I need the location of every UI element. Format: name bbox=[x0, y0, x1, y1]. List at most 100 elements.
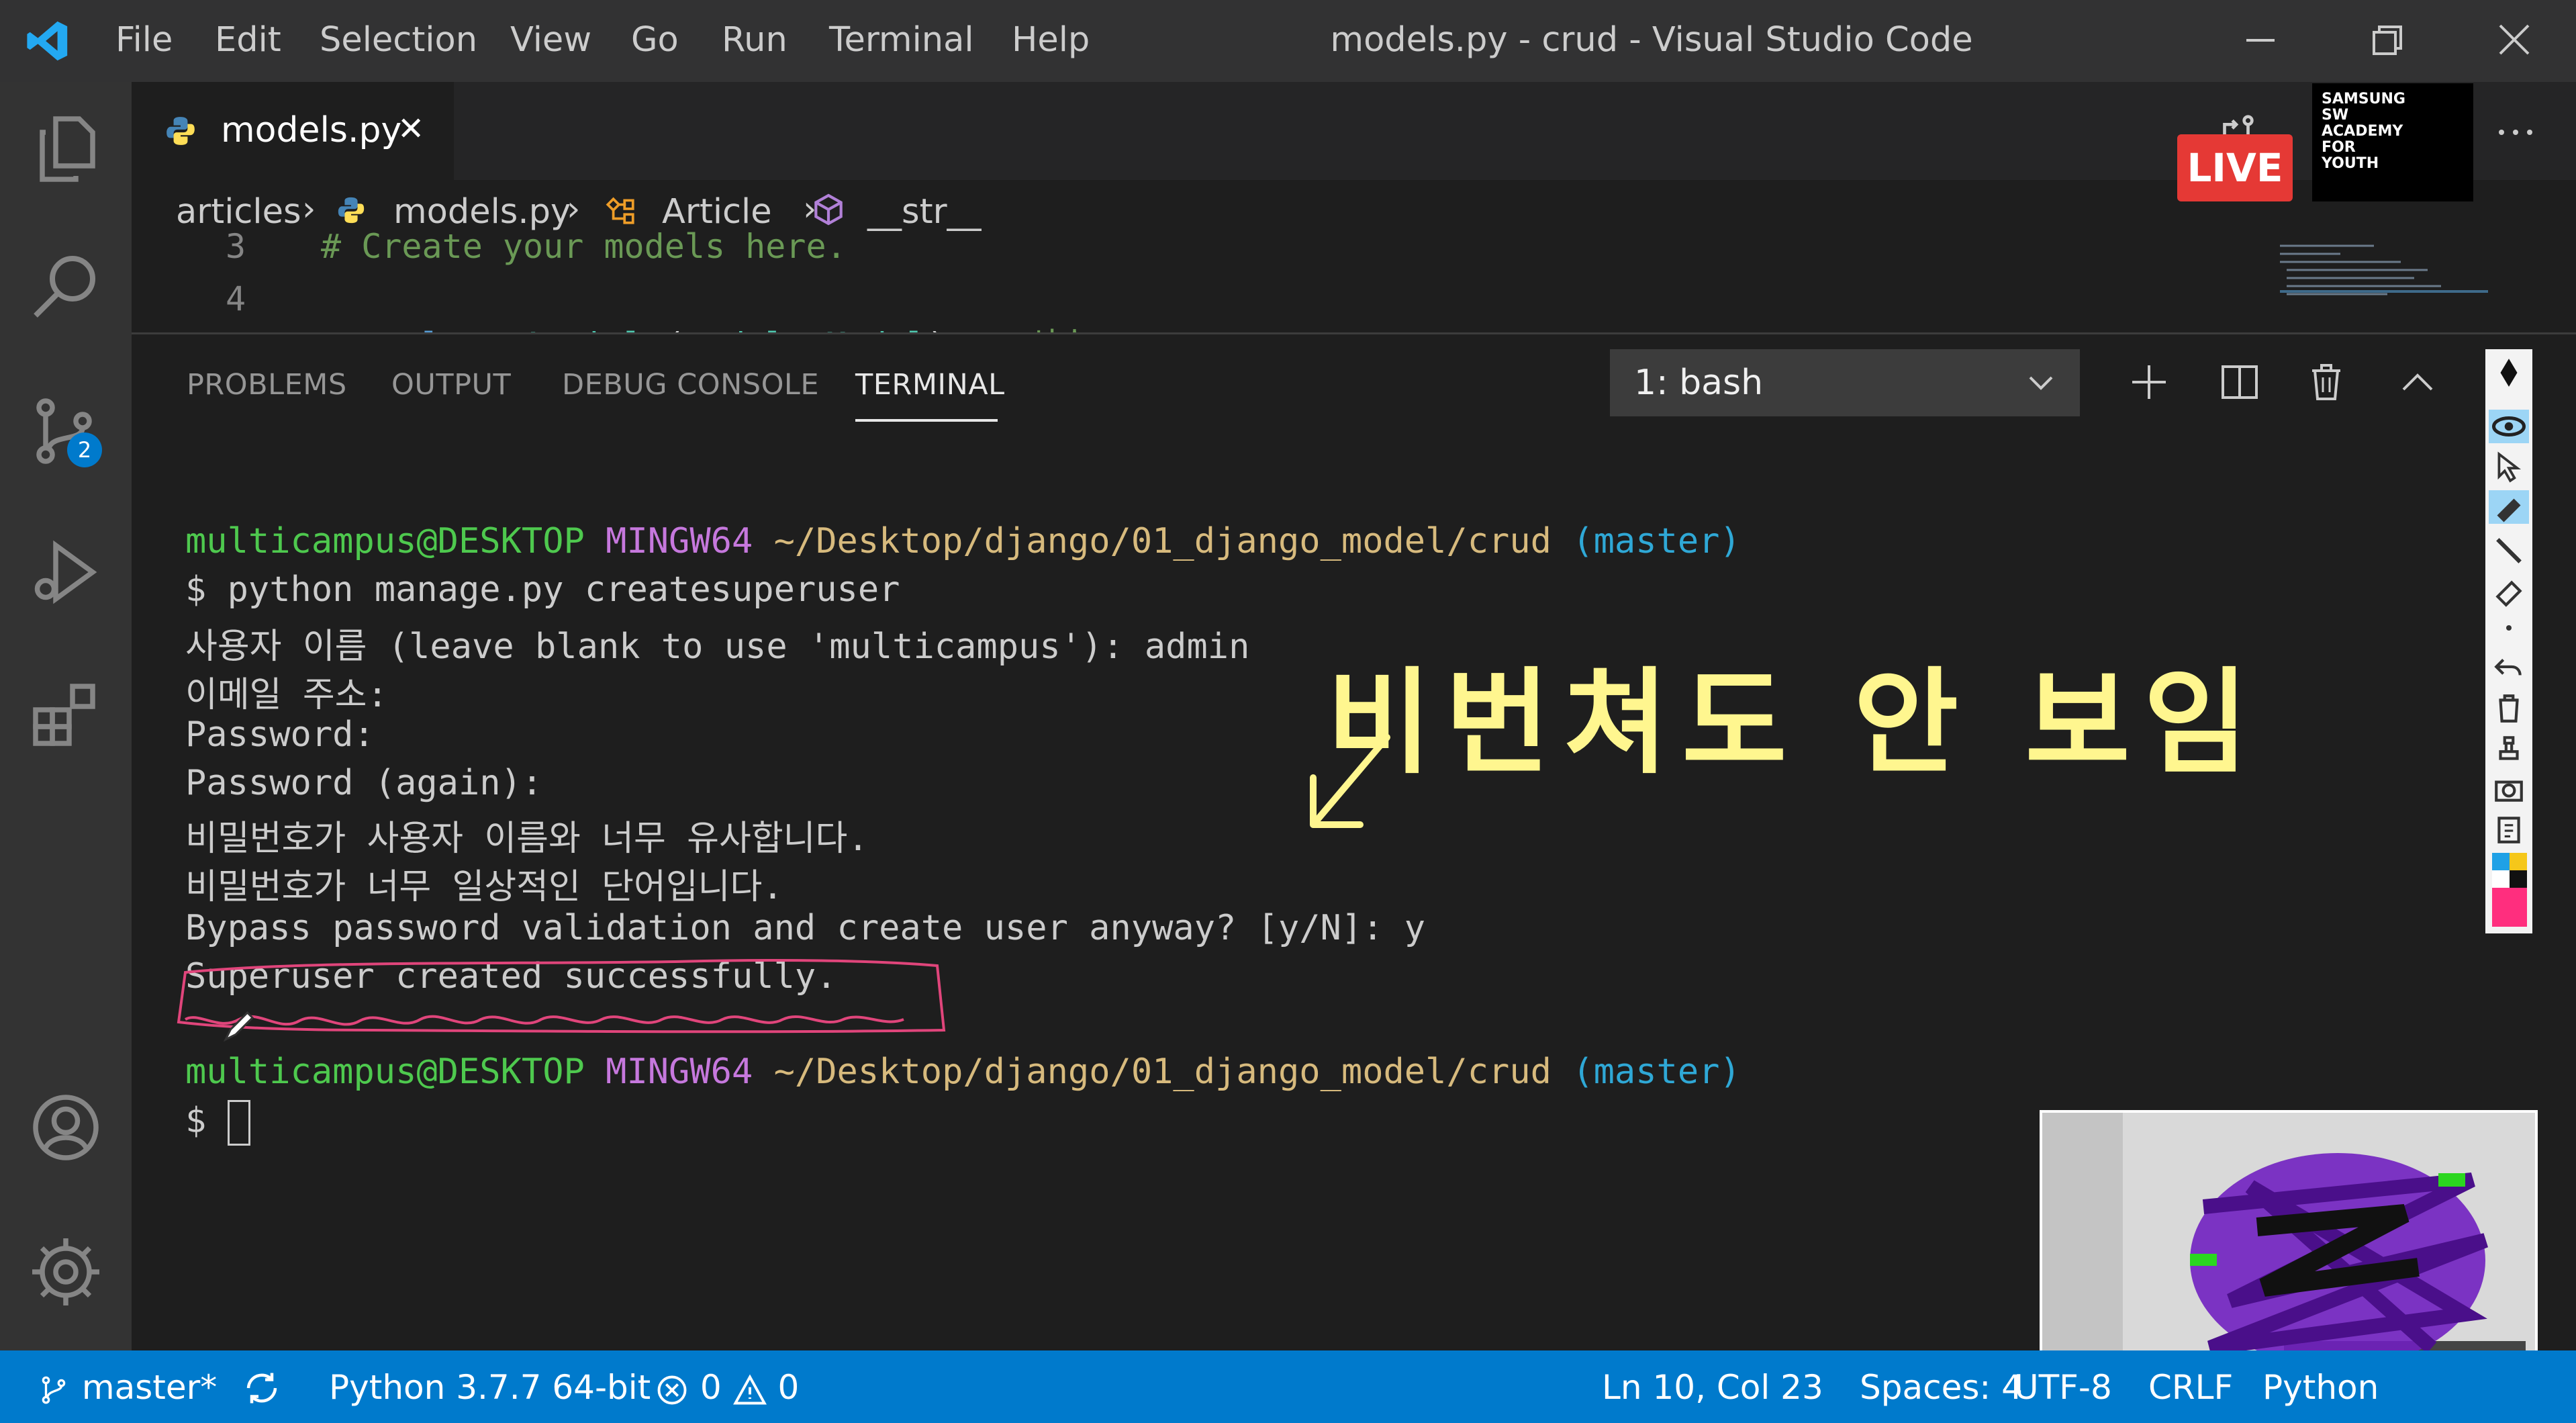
menu-go[interactable]: Go bbox=[631, 20, 679, 60]
tab-output[interactable]: OUTPUT bbox=[391, 368, 511, 402]
more-actions-button[interactable] bbox=[2492, 109, 2539, 156]
terminal-line: 사용자 이름 (leave blank to use 'multicampus'… bbox=[185, 627, 1250, 667]
kill-terminal-button[interactable] bbox=[2303, 359, 2350, 406]
menu-help[interactable]: Help bbox=[1012, 20, 1090, 60]
source-control-button[interactable]: 2 bbox=[26, 391, 106, 471]
ssafy-logo: SAMSUNG SW ACADEMY FOR YOUTH bbox=[2312, 83, 2473, 201]
terminal-line: 이메일 주소: bbox=[185, 675, 388, 715]
menu-view[interactable]: View bbox=[510, 20, 591, 60]
terminal-prompt: multicampus@DESKTOP MINGW64 ~/Desktop/dj… bbox=[185, 1052, 1741, 1092]
run-debug-button[interactable] bbox=[26, 532, 106, 612]
python-interpreter[interactable]: Python 3.7.7 64-bit bbox=[329, 1368, 651, 1407]
plus-icon bbox=[2132, 365, 2166, 399]
terminal-input-line[interactable]: $ bbox=[185, 1100, 250, 1146]
language-mode[interactable]: Python bbox=[2262, 1368, 2379, 1407]
line-number: 3 bbox=[226, 227, 246, 266]
cursor-tool-icon[interactable] bbox=[2492, 450, 2526, 484]
breadcrumb-separator: › bbox=[302, 189, 316, 229]
python-file-icon bbox=[338, 197, 365, 224]
prompt-env: MINGW64 bbox=[606, 1052, 753, 1092]
code-comment: # Create your models here. bbox=[321, 227, 847, 266]
menu-terminal[interactable]: Terminal bbox=[829, 20, 974, 60]
pen-tool-icon[interactable] bbox=[2492, 356, 2526, 389]
clipboard-icon[interactable] bbox=[2492, 813, 2526, 846]
camera-icon[interactable] bbox=[2492, 772, 2526, 806]
accounts-button[interactable] bbox=[26, 1087, 106, 1168]
breadcrumb-models-py[interactable]: models.py bbox=[393, 192, 571, 232]
terminal-line: 비밀번호가 너무 일상적인 단어입니다. bbox=[185, 867, 783, 907]
minimize-icon bbox=[2246, 39, 2275, 42]
error-icon bbox=[657, 1375, 687, 1404]
tab-debug-console[interactable]: DEBUG CONSOLE bbox=[562, 368, 819, 402]
sync-icon[interactable] bbox=[242, 1368, 282, 1408]
python-file-icon bbox=[166, 117, 195, 145]
restore-icon bbox=[2373, 26, 2402, 55]
terminal-line: 비밀번호가 사용자 이름와 너무 유사합니다. bbox=[185, 819, 869, 859]
menu-selection[interactable]: Selection bbox=[320, 20, 477, 60]
title-bar: File Edit Selection View Go Run Terminal… bbox=[0, 0, 2576, 82]
code-editor[interactable]: 3 # Create your models here. 4 class Art… bbox=[132, 227, 2576, 365]
line-number: 4 bbox=[226, 279, 246, 318]
breadcrumb-article[interactable]: Article bbox=[662, 192, 772, 232]
prompt-branch: (master) bbox=[1572, 1052, 1741, 1092]
breadcrumb-str[interactable]: __str__ bbox=[867, 192, 982, 232]
stamp-icon[interactable] bbox=[2492, 732, 2526, 766]
logo-line: ACADEMY bbox=[2322, 123, 2403, 140]
source-control-badge: 2 bbox=[67, 432, 102, 467]
split-terminal-button[interactable] bbox=[2216, 359, 2263, 406]
tab-close-button[interactable]: ✕ bbox=[397, 110, 424, 148]
undo-icon[interactable] bbox=[2492, 651, 2526, 685]
new-terminal-button[interactable] bbox=[2126, 359, 2173, 406]
logo-line: SAMSUNG bbox=[2322, 91, 2405, 107]
eraser-tool-icon[interactable] bbox=[2492, 574, 2526, 608]
search-button[interactable] bbox=[26, 248, 106, 329]
ellipsis-icon bbox=[2499, 130, 2532, 135]
cursor-position[interactable]: Ln 10, Col 23 bbox=[1602, 1368, 1823, 1407]
terminal-line: Bypass password validation and create us… bbox=[185, 908, 1426, 948]
minimize-button[interactable] bbox=[2230, 13, 2291, 67]
tab-problems[interactable]: PROBLEMS bbox=[187, 368, 347, 402]
terminal-prompt: multicampus@DESKTOP MINGW64 ~/Desktop/dj… bbox=[185, 521, 1741, 561]
method-icon bbox=[814, 193, 843, 226]
end-of-line[interactable]: CRLF bbox=[2148, 1368, 2233, 1407]
pen-annotation-outline bbox=[177, 959, 946, 1034]
highlighter-tool-icon[interactable] bbox=[2489, 490, 2529, 524]
menu-file[interactable]: File bbox=[115, 20, 173, 60]
close-icon bbox=[2499, 24, 2530, 55]
menu-edit[interactable]: Edit bbox=[215, 20, 281, 60]
webcam-background bbox=[2042, 1113, 2123, 1385]
encoding[interactable]: UTF-8 bbox=[2014, 1368, 2112, 1407]
menu-run[interactable]: Run bbox=[722, 20, 788, 60]
breadcrumb-articles[interactable]: articles bbox=[176, 192, 301, 232]
prompt-symbol: $ bbox=[185, 1101, 207, 1141]
settings-button[interactable] bbox=[26, 1232, 106, 1312]
activity-bar: 2 bbox=[0, 82, 132, 1350]
handwritten-annotation: 비번쳐도 안 보임 bbox=[1327, 657, 2262, 790]
warning-icon bbox=[732, 1373, 767, 1404]
tab-models-py[interactable]: models.py ✕ bbox=[132, 82, 454, 180]
explorer-button[interactable] bbox=[26, 109, 106, 189]
window-title: models.py - crud - Visual Studio Code bbox=[1330, 20, 1973, 60]
annotation-arrow-icon bbox=[1310, 734, 1390, 828]
indentation[interactable]: Spaces: 4 bbox=[1860, 1368, 2023, 1407]
restore-button[interactable] bbox=[2356, 13, 2417, 67]
search-icon bbox=[34, 256, 95, 318]
problems-status[interactable]: 0 0 bbox=[655, 1368, 799, 1408]
color-palette-icon[interactable] bbox=[2492, 853, 2527, 927]
close-window-button[interactable] bbox=[2484, 13, 2544, 67]
maximize-panel-button[interactable] bbox=[2394, 359, 2441, 406]
line-tool-icon[interactable] bbox=[2492, 534, 2526, 567]
minimap-lines bbox=[2280, 244, 2488, 295]
warning-count: 0 bbox=[777, 1368, 800, 1407]
trash-icon[interactable] bbox=[2492, 692, 2526, 725]
eye-icon[interactable] bbox=[2489, 410, 2529, 443]
webcam-overlay bbox=[2040, 1110, 2538, 1388]
tab-terminal[interactable]: TERMINAL bbox=[855, 368, 1005, 402]
terminal-instance-select[interactable]: 1: bash bbox=[1610, 349, 2080, 416]
minimap[interactable] bbox=[2280, 242, 2488, 332]
account-icon bbox=[33, 1095, 99, 1160]
branch-status[interactable]: master* bbox=[38, 1368, 217, 1409]
terminal-line: Password (again): bbox=[185, 763, 543, 803]
dot-icon[interactable] bbox=[2499, 618, 2519, 638]
extensions-button[interactable] bbox=[26, 673, 106, 753]
